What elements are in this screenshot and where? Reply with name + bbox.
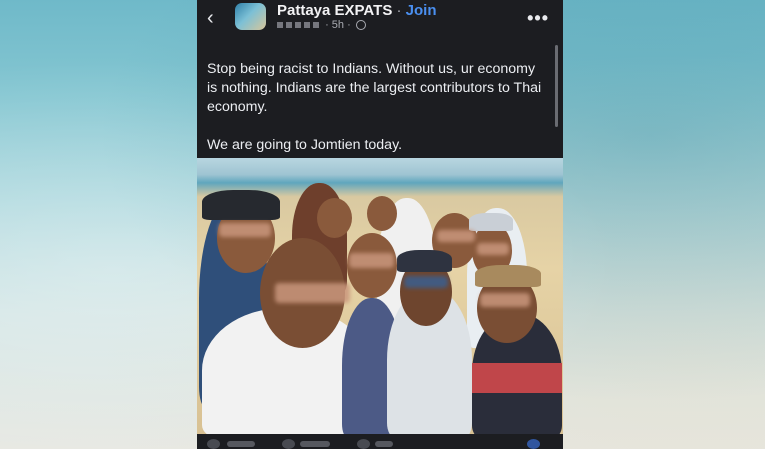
share-count [375,441,393,447]
globe-icon [355,20,366,31]
face-blur [437,230,475,242]
redacted-author [295,22,301,29]
chevron-left-icon[interactable]: ‹ [207,7,223,29]
cap [397,250,452,272]
cap [469,213,513,231]
scrollbar[interactable] [555,45,558,127]
join-button[interactable]: Join [406,2,437,19]
comment-icon[interactable] [282,439,295,449]
comment-count [300,441,330,447]
post-photo[interactable] [197,158,563,434]
redacted-author [277,22,283,29]
person-face [317,198,352,238]
facebook-post: ‹ Pattaya EXPATS · Join · 5h · ••• Stop … [197,0,563,449]
post-time: 5h [331,19,345,31]
face-blur [404,276,448,288]
face-blur [275,283,350,303]
post-meta: · 5h · [277,19,366,31]
cap [475,265,541,287]
face-blur [219,223,271,237]
redacted-author [286,22,292,29]
face-blur [480,293,530,307]
cap [202,190,280,220]
face-blur [477,243,509,255]
redacted-author [313,22,319,29]
redacted-author [304,22,310,29]
reaction-icon[interactable] [527,439,540,449]
face-blur [349,253,394,268]
group-name-link[interactable]: Pattaya EXPATS [277,2,392,19]
share-icon[interactable] [357,439,370,449]
reaction-icon[interactable] [207,439,220,449]
post-header: ‹ Pattaya EXPATS · Join · 5h · ••• [197,0,563,38]
reaction-bar [197,434,563,449]
group-avatar[interactable] [235,3,266,30]
more-horizontal-icon[interactable]: ••• [527,8,549,29]
post-body-text: Stop being racist to Indians. Without us… [207,61,542,153]
reaction-count [227,441,255,447]
person-face [367,196,397,231]
person-figure [472,363,562,393]
title-separator: · [392,2,406,19]
group-title: Pattaya EXPATS · Join [277,2,437,19]
